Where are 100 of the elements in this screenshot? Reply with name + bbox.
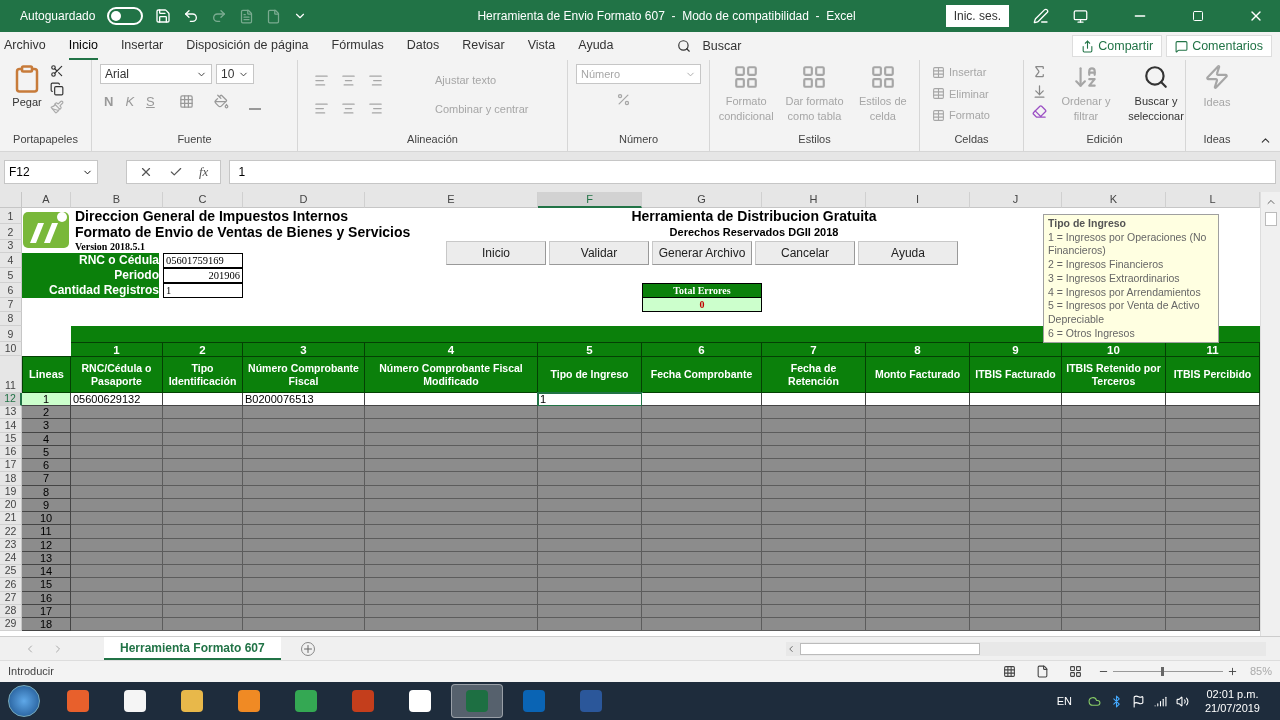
table-cell[interactable] [1166,393,1260,406]
sum-icon[interactable] [1032,64,1047,79]
scroll-left-icon[interactable] [786,643,796,654]
share-button[interactable]: Compartir [1072,35,1163,57]
row-header[interactable]: 22 [0,525,22,539]
row-header[interactable]: 29 [0,618,22,632]
row-header[interactable]: 21 [0,512,22,526]
column-header[interactable]: C [163,192,243,208]
table-cell[interactable] [365,393,538,406]
table-cell[interactable]: 05600629132 [71,393,163,406]
scroll-thumb[interactable] [1264,212,1277,226]
row-header[interactable]: 4 [0,253,22,268]
undo-icon[interactable] [183,8,200,24]
sign-in-button[interactable]: Inic. ses. [945,5,1009,27]
sheet-button[interactable]: Inicio [446,241,546,265]
column-header[interactable]: D [243,192,365,208]
row-header[interactable]: 12 [0,393,22,406]
fill-icon[interactable] [1032,84,1047,99]
pen-icon[interactable] [1033,8,1049,24]
row-header[interactable]: 2 [0,224,22,240]
signal-icon[interactable] [1153,694,1167,708]
zoom-slider-thumb[interactable] [1161,667,1165,676]
column-header[interactable]: H [762,192,866,208]
sheet-button[interactable]: Ayuda [858,241,958,265]
font-name-field[interactable]: Arial [100,64,212,84]
sheet-button[interactable]: Validar [549,241,649,265]
table-cell[interactable] [866,393,970,406]
column-header[interactable]: F [538,192,642,208]
zoom-slider[interactable] [1112,667,1223,676]
column-header[interactable]: L [1166,192,1260,208]
spreadsheet-app-icon[interactable] [451,684,503,718]
row-header[interactable]: 25 [0,565,22,579]
row-header[interactable]: 9 [0,326,22,342]
copy-icon[interactable] [50,82,64,96]
autosave-toggle[interactable] [107,7,144,25]
column-header[interactable]: G [642,192,762,208]
table-cell[interactable] [762,393,866,406]
eraser-icon[interactable] [1032,104,1047,119]
sheet-button[interactable]: Generar Archivo [652,241,752,265]
table-cell[interactable] [642,393,762,406]
sheet-tab[interactable]: Herramienta Formato 607 [104,637,281,660]
cut-icon[interactable] [50,64,64,78]
save-icon[interactable] [155,8,172,24]
editing-button[interactable]: Buscar y seleccionar [1125,64,1187,124]
row-header[interactable]: 8 [0,312,22,326]
comments-button[interactable]: Comentarios [1166,35,1272,57]
borders-icon[interactable] [178,94,194,110]
row-header[interactable]: 7 [0,298,22,312]
vertical-scrollbar[interactable] [1260,192,1280,636]
fill-color-icon[interactable] [213,94,229,110]
row-header[interactable]: 17 [0,459,22,473]
table-cell[interactable]: 1 [538,393,642,406]
zoom-in-icon[interactable] [1226,666,1238,677]
normal-view-icon[interactable] [1002,665,1016,678]
row-header[interactable]: 6 [0,283,22,298]
table-cell[interactable]: B0200076513 [243,393,365,406]
row-header[interactable]: 14 [0,419,22,433]
table-cell[interactable] [1062,393,1166,406]
insert-function-button[interactable]: fx [199,162,209,182]
menu-tab[interactable]: Revisar [462,32,505,60]
row-header[interactable]: 3 [0,240,22,253]
select-all-corner[interactable] [0,192,22,208]
menu-tab[interactable]: Vista [527,32,556,60]
table-cell[interactable] [970,393,1062,406]
row-header[interactable]: 1 [0,208,22,224]
menu-tab[interactable]: Insertar [120,32,164,60]
column-header[interactable]: A [22,192,71,208]
scroll-thumb[interactable] [800,642,980,655]
flag-icon[interactable] [1131,694,1145,708]
row-header[interactable]: 18 [0,472,22,486]
menu-tab[interactable]: Fórmulas [331,32,384,60]
row-header[interactable]: 11 [0,356,22,393]
name-box[interactable]: F12 [4,160,98,184]
paste-button[interactable]: Pegar [12,64,42,114]
menu-tab[interactable]: Ayuda [578,32,614,60]
horizontal-scrollbar[interactable] [786,641,1266,656]
column-header[interactable]: B [71,192,163,208]
start-button[interactable] [8,685,40,717]
row-header[interactable]: 13 [0,406,22,420]
language-indicator[interactable]: EN [1056,692,1072,710]
row-header[interactable]: 10 [0,342,22,356]
page-layout-icon[interactable] [1035,665,1049,678]
column-header[interactable]: J [970,192,1062,208]
ribbon-display-icon[interactable] [1073,8,1088,24]
clock-date[interactable]: 21/07/2019 [1204,701,1260,715]
search-label[interactable]: Buscar [702,36,742,56]
cancel-icon[interactable] [139,165,153,179]
clock-time[interactable]: 02:01 p.m. [1206,687,1259,701]
font-size-field[interactable]: 10 [216,64,254,84]
menu-tab[interactable]: Datos [406,32,440,60]
volume-icon[interactable] [1175,694,1189,708]
menu-tab[interactable]: Archivo [4,32,46,60]
row-header[interactable]: 5 [0,268,22,283]
restore-icon[interactable] [1192,10,1204,22]
enter-icon[interactable] [169,165,183,179]
page-break-icon[interactable] [1068,665,1082,678]
sheet-button[interactable]: Cancelar [755,241,855,265]
cloud-icon[interactable] [1087,694,1101,708]
row-header[interactable]: 26 [0,578,22,592]
table-cell[interactable] [163,393,243,406]
